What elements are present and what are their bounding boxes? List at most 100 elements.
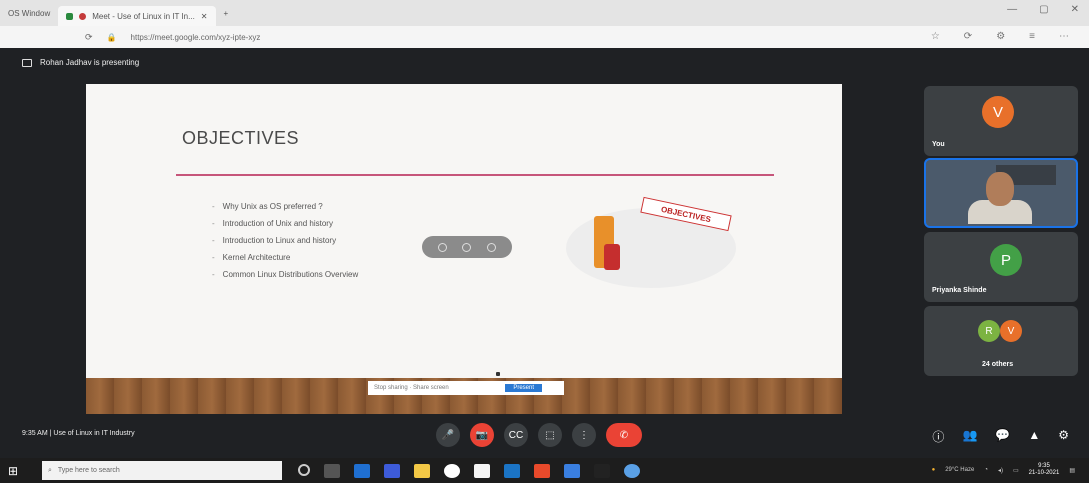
red-figure-icon [604, 244, 620, 270]
taskbar-search[interactable]: ⌕ Type here to search [42, 461, 282, 480]
favorite-icon[interactable]: ☆ [931, 31, 940, 42]
camera-button[interactable]: 📷 [470, 423, 494, 447]
leave-call-button[interactable]: ✆ [606, 423, 642, 447]
reload-icon[interactable]: ⟳ [85, 32, 93, 43]
chat-icon[interactable]: 💬 [995, 428, 1010, 445]
pen-icon[interactable] [462, 242, 472, 252]
bullet-item: - Kernel Architecture [212, 253, 291, 262]
address-actions: ☆ ⟳ ⚙ ≡ ⋯ [931, 31, 1069, 42]
eraser-icon[interactable] [487, 242, 497, 252]
meeting-info: 9:35 AM | Use of Linux in IT Industry [22, 430, 135, 437]
taskbar-apps [298, 463, 640, 478]
cortana-icon[interactable] [298, 463, 310, 476]
host-controls-icon[interactable]: ⚙ [1058, 428, 1069, 445]
windows-icon: ⊞ [7, 463, 19, 478]
participant-tile[interactable]: P Priyanka Shinde [924, 232, 1078, 302]
mic-button[interactable]: 🎤 [436, 423, 460, 447]
present-button[interactable]: Present [505, 384, 542, 392]
activities-icon[interactable]: ▲ [1028, 428, 1040, 445]
participant-name: You [932, 141, 945, 148]
weather-icon[interactable]: ● [932, 467, 936, 473]
presentation-controls[interactable] [422, 236, 512, 258]
mouse-cursor-icon [496, 372, 500, 376]
call-controls: 🎤 📷 CC ⬚ ⋮ ✆ [436, 423, 642, 447]
slide-divider [176, 174, 774, 176]
avatar: V [982, 96, 1014, 128]
collections-icon[interactable]: ≡ [1029, 31, 1035, 42]
presenter-label: Rohan Jadhav is presenting [40, 58, 140, 67]
volume-icon[interactable]: ◂) [998, 467, 1003, 474]
participant-name: Priyanka Shinde [932, 287, 987, 294]
more-vert-icon: ⋮ [579, 429, 589, 441]
more-icon[interactable]: ⋯ [1059, 31, 1069, 42]
shared-slide: OBJECTIVES - Why Unix as OS preferred ? -… [86, 84, 842, 414]
participant-tile[interactable]: V You [924, 86, 1078, 156]
present-now-button[interactable]: ⬚ [538, 423, 562, 447]
new-tab-button[interactable]: + [216, 3, 237, 23]
url-field[interactable]: https://meet.google.com/xyz-ipte-xyz [131, 33, 261, 42]
refresh-icon[interactable]: ⟳ [964, 31, 972, 42]
present-screen-icon [22, 58, 32, 67]
info-icon[interactable]: ⓘ [932, 428, 944, 445]
edge-icon[interactable] [504, 463, 520, 478]
mic-icon: 🎤 [441, 429, 455, 441]
task-view-icon[interactable] [324, 463, 340, 478]
more-options-button[interactable]: ⋮ [572, 423, 596, 447]
weather-text[interactable]: 29°C Haze [945, 467, 974, 473]
battery-icon[interactable]: ▭ [1013, 467, 1019, 474]
system-tray: ● 29°C Haze ◔ ◂) ▭ 9:35 21-10-2021 ▤ [932, 463, 1075, 477]
people-icon[interactable]: 👥 [962, 428, 977, 445]
teams-icon[interactable] [384, 463, 400, 478]
maximize-button[interactable]: ▢ [1039, 4, 1048, 15]
browser-app-icon[interactable] [564, 463, 580, 478]
office-icon[interactable] [534, 463, 550, 478]
tab-close-icon[interactable]: ✕ [201, 12, 208, 21]
taskbar-spacer [594, 463, 610, 478]
objectives-illustration: OBJECTIVES [556, 186, 756, 298]
bullet-item: - Introduction of Unix and history [212, 219, 333, 228]
start-button[interactable]: ⊞ [0, 458, 26, 483]
meet-stage: Rohan Jadhav is presenting OBJECTIVES -W… [0, 48, 1089, 458]
avatar: R [978, 320, 1000, 342]
chrome-icon[interactable] [444, 463, 460, 478]
taskbar: ⊞ ⌕ Type here to search ● 29°C Haze ◔ ◂)… [0, 458, 1089, 483]
presenter-bar: Rohan Jadhav is presenting [22, 58, 139, 67]
tab-label: OS Window [8, 8, 51, 18]
meet-favicon-icon [66, 12, 74, 20]
avatar: V [1000, 320, 1022, 342]
close-button[interactable]: ✕ [1071, 4, 1079, 15]
search-placeholder: Type here to search [57, 467, 120, 474]
slide-bullets: - Why Unix as OS preferred ? - Introductio… [212, 202, 358, 287]
tab-label: Meet - Use of Linux in IT In... [92, 11, 195, 21]
address-bar: ⟳ 🔒 https://meet.google.com/xyz-ipte-xyz… [0, 26, 1089, 48]
participant-video [986, 172, 1014, 206]
onedrive-icon[interactable] [624, 463, 640, 478]
slide-title: OBJECTIVES [182, 128, 300, 148]
participant-tile-camera[interactable] [924, 158, 1078, 228]
tab-meet[interactable]: Meet - Use of Linux in IT In... ✕ [58, 6, 216, 26]
lock-icon[interactable]: 🔒 [107, 33, 117, 42]
tab-os-window[interactable]: OS Window [0, 3, 58, 23]
camera-icon: 📷 [475, 429, 489, 441]
bullet-item: - Common Linux Distributions Overview [212, 270, 359, 279]
others-tile[interactable]: R V 24 others [924, 306, 1078, 376]
file-explorer-icon[interactable] [414, 463, 430, 478]
minimize-button[interactable]: — [1007, 4, 1017, 15]
store-icon[interactable] [354, 463, 370, 478]
window-controls: — ▢ ✕ [1007, 4, 1079, 15]
browser-tabbar: OS Window Meet - Use of Linux in IT In..… [0, 0, 1089, 26]
network-icon[interactable]: ◔ [984, 467, 988, 473]
captions-button[interactable]: CC [504, 423, 528, 447]
screenshot: OS Window Meet - Use of Linux in IT In..… [0, 0, 1089, 483]
search-icon: ⌕ [48, 466, 52, 474]
pointer-icon[interactable] [437, 242, 447, 252]
bullet-item: - Introduction to Linux and history [212, 236, 337, 245]
clock[interactable]: 9:35 21-10-2021 [1029, 463, 1060, 477]
lock-app-icon[interactable] [474, 463, 490, 478]
side-panel-controls: ⓘ 👥 💬 ▲ ⚙ [932, 428, 1069, 445]
sharing-notification: Stop sharing · Share screen Present [368, 381, 564, 395]
settings-icon[interactable]: ⚙ [996, 31, 1005, 42]
captions-icon: CC [508, 429, 524, 441]
notifications-icon[interactable]: ▤ [1069, 467, 1075, 474]
present-icon: ⬚ [545, 429, 555, 441]
